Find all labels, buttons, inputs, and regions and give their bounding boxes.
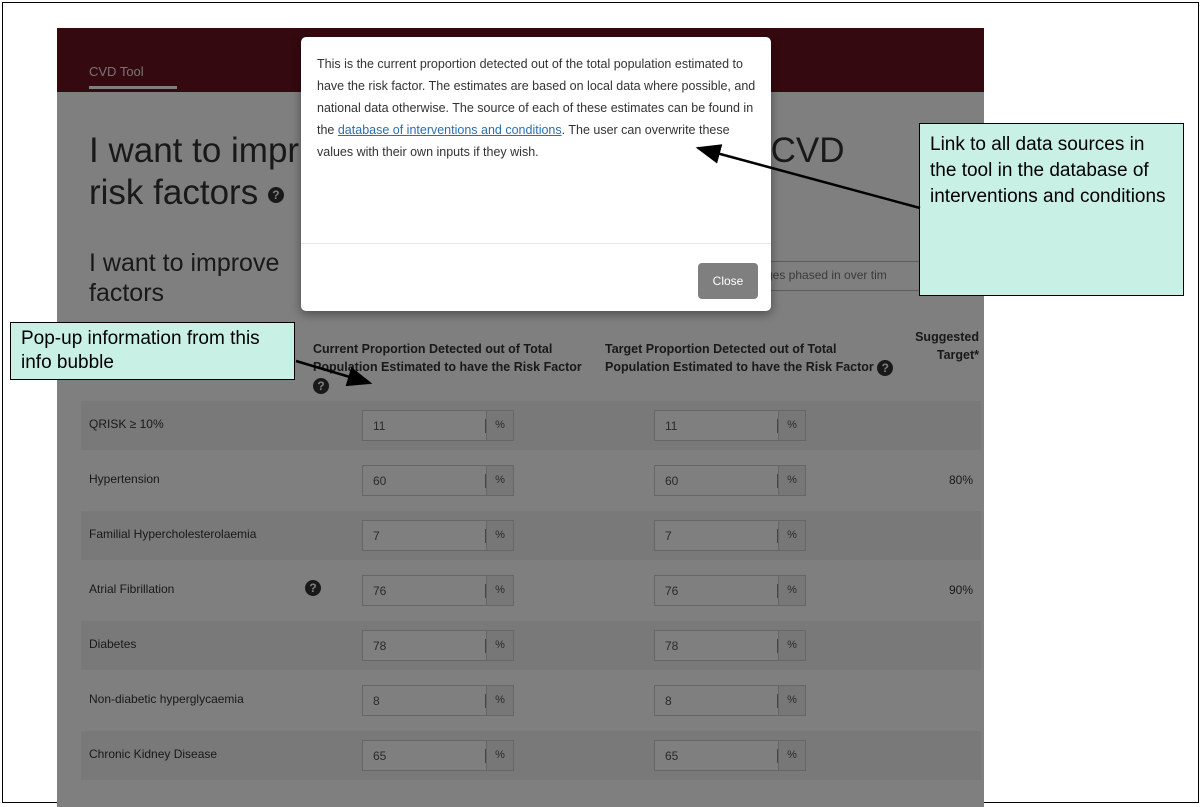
close-button[interactable]: Close — [698, 263, 758, 299]
modal-body: This is the current proportion detected … — [317, 53, 757, 163]
modal-divider — [301, 243, 771, 244]
annotation-callout-link: Link to all data sources in the tool in … — [919, 123, 1184, 296]
database-link[interactable]: database of interventions and conditions — [338, 123, 562, 137]
info-modal: This is the current proportion detected … — [301, 37, 771, 311]
annotation-callout-popup: Pop-up information from this info bubble — [10, 322, 295, 380]
